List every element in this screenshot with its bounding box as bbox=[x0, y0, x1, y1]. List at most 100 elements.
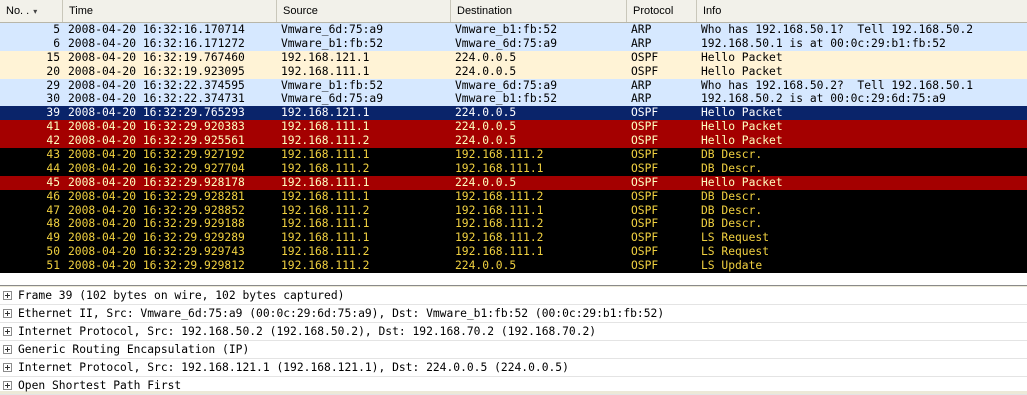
cell-info: DB Descr. bbox=[701, 148, 763, 162]
cell-time: 2008-04-20 16:32:16.171272 bbox=[68, 36, 245, 50]
cell-protocol: OSPF bbox=[631, 50, 659, 64]
detail-tree-item[interactable]: Internet Protocol, Src: 192.168.121.1 (1… bbox=[0, 359, 1027, 377]
cell-protocol: OSPF bbox=[631, 189, 659, 203]
detail-tree-item-label: Frame 39 (102 bytes on wire, 102 bytes c… bbox=[18, 289, 345, 302]
table-row[interactable]: 30 2008-04-20 16:32:22.374731 Vmware_6d:75… bbox=[0, 92, 1027, 107]
expand-plus-icon[interactable] bbox=[3, 309, 12, 318]
table-row[interactable]: 6 2008-04-20 16:32:16.171272 Vmware_b1:fb:… bbox=[0, 36, 1027, 51]
cell-destination: Vmware_6d:75:a9 bbox=[455, 36, 558, 50]
cell-source: 192.168.121.1 bbox=[281, 106, 370, 120]
cell-protocol: OSPF bbox=[631, 134, 659, 148]
column-header-source[interactable]: Source bbox=[277, 0, 451, 22]
cell-protocol: OSPF bbox=[631, 231, 659, 245]
expand-plus-icon[interactable] bbox=[3, 327, 12, 336]
packet-details-pane[interactable]: Frame 39 (102 bytes on wire, 102 bytes c… bbox=[0, 287, 1027, 395]
cell-no: 48 bbox=[46, 217, 60, 231]
cell-time: 2008-04-20 16:32:29.925561 bbox=[68, 134, 245, 148]
cell-info: Hello Packet bbox=[701, 50, 783, 64]
cell-source: Vmware_b1:fb:52 bbox=[281, 36, 384, 50]
cell-destination: 224.0.0.5 bbox=[455, 64, 517, 78]
cell-time: 2008-04-20 16:32:29.929812 bbox=[68, 259, 245, 273]
column-header-no[interactable]: No. . ▾ bbox=[0, 0, 63, 22]
packet-list-pane[interactable]: No. . ▾ Time Source Destination Protocol … bbox=[0, 0, 1027, 286]
cell-protocol: OSPF bbox=[631, 161, 659, 175]
detail-tree-item[interactable]: Generic Routing Encapsulation (IP) bbox=[0, 341, 1027, 359]
cell-no: 50 bbox=[46, 245, 60, 259]
column-header-source-label: Source bbox=[283, 5, 318, 17]
column-header-time[interactable]: Time bbox=[63, 0, 277, 22]
detail-tree-item[interactable]: Frame 39 (102 bytes on wire, 102 bytes c… bbox=[0, 287, 1027, 305]
column-header-destination[interactable]: Destination bbox=[451, 0, 627, 22]
cell-protocol: OSPF bbox=[631, 259, 659, 273]
table-row[interactable]: 42 2008-04-20 16:32:29.925561 192.168.111.… bbox=[0, 134, 1027, 149]
column-header-destination-label: Destination bbox=[457, 5, 513, 17]
column-header-info-label: Info bbox=[703, 5, 722, 17]
cell-source: 192.168.111.2 bbox=[281, 134, 370, 148]
cell-info: DB Descr. bbox=[701, 189, 763, 203]
column-header-no-label: No. . bbox=[6, 5, 30, 17]
cell-source: 192.168.111.1 bbox=[281, 120, 370, 134]
detail-tree-item[interactable]: Internet Protocol, Src: 192.168.50.2 (19… bbox=[0, 323, 1027, 341]
table-row[interactable]: 51 2008-04-20 16:32:29.929812 192.168.111.… bbox=[0, 259, 1027, 274]
cell-info: Hello Packet bbox=[701, 64, 783, 78]
cell-no: 51 bbox=[46, 259, 60, 273]
cell-no: 6 bbox=[53, 36, 60, 50]
cell-time: 2008-04-20 16:32:29.929188 bbox=[68, 217, 245, 231]
table-row[interactable]: 29 2008-04-20 16:32:22.374595 Vmware_b1:fb… bbox=[0, 78, 1027, 93]
cell-source: Vmware_6d:75:a9 bbox=[281, 23, 384, 36]
cell-no: 29 bbox=[46, 78, 60, 92]
table-row[interactable]: 43 2008-04-20 16:32:29.927192 192.168.111.… bbox=[0, 148, 1027, 162]
table-row[interactable]: 48 2008-04-20 16:32:29.929188 192.168.111.… bbox=[0, 217, 1027, 232]
cell-no: 49 bbox=[46, 231, 60, 245]
cell-no: 44 bbox=[46, 161, 60, 175]
table-row[interactable]: 20 2008-04-20 16:32:19.923095 192.168.111.… bbox=[0, 64, 1027, 79]
cell-time: 2008-04-20 16:32:29.929743 bbox=[68, 245, 245, 259]
cell-protocol: OSPF bbox=[631, 175, 659, 189]
cell-no: 20 bbox=[46, 64, 60, 78]
table-row[interactable]: 50 2008-04-20 16:32:29.929743 192.168.111.… bbox=[0, 245, 1027, 260]
column-header-protocol[interactable]: Protocol bbox=[627, 0, 697, 22]
cell-time: 2008-04-20 16:32:22.374595 bbox=[68, 78, 245, 92]
table-row[interactable]: 39 2008-04-20 16:32:29.765293 192.168.121.… bbox=[0, 106, 1027, 121]
table-row[interactable]: 47 2008-04-20 16:32:29.928852 192.168.111.… bbox=[0, 203, 1027, 218]
table-row[interactable]: 49 2008-04-20 16:32:29.929289 192.168.111.… bbox=[0, 231, 1027, 246]
cell-source: 192.168.111.1 bbox=[281, 189, 370, 203]
cell-source: 192.168.111.2 bbox=[281, 245, 370, 259]
cell-time: 2008-04-20 16:32:29.765293 bbox=[68, 106, 245, 120]
sort-descending-icon: ▾ bbox=[33, 7, 38, 16]
expand-plus-icon[interactable] bbox=[3, 291, 12, 300]
cell-protocol: ARP bbox=[631, 23, 652, 36]
cell-no: 47 bbox=[46, 203, 60, 217]
cell-source: 192.168.111.1 bbox=[281, 64, 370, 78]
cell-time: 2008-04-20 16:32:29.928281 bbox=[68, 189, 245, 203]
cell-no: 5 bbox=[53, 23, 60, 36]
cell-protocol: ARP bbox=[631, 36, 652, 50]
expand-plus-icon[interactable] bbox=[3, 381, 12, 390]
cell-destination: 224.0.0.5 bbox=[455, 106, 517, 120]
detail-tree-item[interactable]: Open Shortest Path First bbox=[0, 377, 1027, 395]
table-row[interactable]: 45 2008-04-20 16:32:29.928178 192.168.111.… bbox=[0, 175, 1027, 190]
table-row[interactable]: 15 2008-04-20 16:32:19.767460 192.168.121.… bbox=[0, 50, 1027, 65]
table-row[interactable]: 46 2008-04-20 16:32:29.928281 192.168.111.… bbox=[0, 189, 1027, 204]
cell-info: 192.168.50.2 is at 00:0c:29:6d:75:a9 bbox=[701, 92, 946, 106]
cell-info: LS Request bbox=[701, 231, 770, 245]
cell-destination: 192.168.111.1 bbox=[455, 161, 544, 175]
cell-time: 2008-04-20 16:32:19.923095 bbox=[68, 64, 245, 78]
table-row[interactable]: 5 2008-04-20 16:32:16.170714 Vmware_6d:75:… bbox=[0, 23, 1027, 37]
cell-destination: 224.0.0.5 bbox=[455, 175, 517, 189]
detail-tree-item[interactable]: Ethernet II, Src: Vmware_6d:75:a9 (00:0c… bbox=[0, 305, 1027, 323]
column-header-time-label: Time bbox=[69, 5, 94, 17]
expand-plus-icon[interactable] bbox=[3, 363, 12, 372]
table-row[interactable]: 41 2008-04-20 16:32:29.920383 192.168.111.… bbox=[0, 120, 1027, 135]
cell-source: 192.168.111.1 bbox=[281, 231, 370, 245]
table-row[interactable]: 44 2008-04-20 16:32:29.927704 192.168.111.… bbox=[0, 161, 1027, 176]
expand-plus-icon[interactable] bbox=[3, 345, 12, 354]
column-header-info[interactable]: Info bbox=[697, 0, 1027, 22]
cell-destination: 192.168.111.2 bbox=[455, 189, 544, 203]
column-header-row: No. . ▾ Time Source Destination Protocol … bbox=[0, 0, 1027, 23]
cell-no: 46 bbox=[46, 189, 60, 203]
cell-no: 45 bbox=[46, 175, 60, 189]
cell-protocol: ARP bbox=[631, 78, 652, 92]
cell-destination: Vmware_b1:fb:52 bbox=[455, 23, 558, 36]
cell-protocol: OSPF bbox=[631, 148, 659, 162]
